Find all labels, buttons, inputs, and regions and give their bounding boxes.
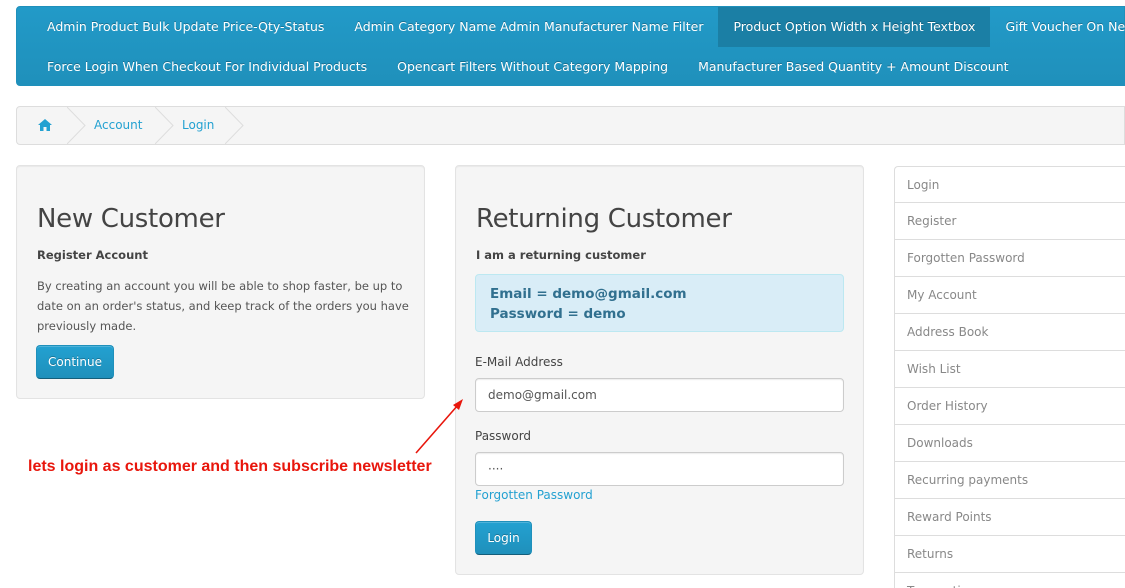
breadcrumb-login[interactable]: Login	[182, 107, 214, 144]
sidebar-item-returns[interactable]: Returns	[894, 536, 1125, 573]
sidebar-item-register[interactable]: Register	[894, 203, 1125, 240]
new-customer-panel: New Customer Register Account By creatin…	[16, 165, 425, 399]
new-customer-title: New Customer	[37, 204, 225, 234]
password-input[interactable]	[475, 452, 844, 486]
email-input[interactable]	[475, 378, 844, 412]
breadcrumb-separator	[225, 107, 244, 144]
sidebar-item-transactions[interactable]: Transactions	[894, 573, 1125, 588]
breadcrumb: Account Login	[16, 106, 1125, 145]
nav-link-product-option[interactable]: Product Option Width x Height Textbox	[718, 7, 991, 47]
register-account-subtitle: Register Account	[37, 248, 148, 262]
alert-password-line: Password = demo	[490, 306, 626, 322]
nav-row-1: Admin Product Bulk Update Price-Qty-Stat…	[17, 7, 1125, 47]
email-label: E-Mail Address	[475, 355, 563, 369]
sidebar-item-address-book[interactable]: Address Book	[894, 314, 1125, 351]
returning-customer-panel: Returning Customer I am a returning cust…	[455, 165, 864, 575]
sidebar-item-order-history[interactable]: Order History	[894, 388, 1125, 425]
nav-link-bulk-update[interactable]: Admin Product Bulk Update Price-Qty-Stat…	[17, 7, 339, 47]
annotation-text: lets login as customer and then subscrib…	[28, 458, 432, 475]
sidebar-item-my-account[interactable]: My Account	[894, 277, 1125, 314]
nav-link-category-filter[interactable]: Admin Category Name Admin Manufacturer N…	[339, 7, 718, 47]
top-navigation: Admin Product Bulk Update Price-Qty-Stat…	[16, 6, 1125, 86]
nav-link-manufacturer-discount[interactable]: Manufacturer Based Quantity + Amount Dis…	[683, 47, 1023, 87]
login-button[interactable]: Login	[475, 521, 532, 555]
account-sidebar: Login Register Forgotten Password My Acc…	[894, 166, 1125, 588]
sidebar-item-recurring-payments[interactable]: Recurring payments	[894, 462, 1125, 499]
demo-credentials-alert: Email = demo@gmail.com Password = demo	[475, 274, 844, 332]
password-label: Password	[475, 429, 532, 443]
annotation-arrow-icon	[415, 399, 463, 454]
sidebar-item-wish-list[interactable]: Wish List	[894, 351, 1125, 388]
alert-email-line: Email = demo@gmail.com	[490, 286, 687, 302]
continue-button[interactable]: Continue	[36, 345, 114, 379]
nav-row-2: Force Login When Checkout For Individual…	[17, 47, 1024, 87]
breadcrumb-separator	[155, 107, 174, 144]
breadcrumb-separator	[67, 107, 86, 144]
home-icon[interactable]	[38, 119, 52, 131]
nav-link-gift-voucher[interactable]: Gift Voucher On Newsletter	[990, 7, 1125, 47]
new-customer-description: By creating an account you will be able …	[37, 279, 409, 333]
sidebar-item-login[interactable]: Login	[894, 166, 1125, 203]
sidebar-item-reward-points[interactable]: Reward Points	[894, 499, 1125, 536]
sidebar-item-forgotten-password[interactable]: Forgotten Password	[894, 240, 1125, 277]
forgotten-password-link[interactable]: Forgotten Password	[475, 488, 593, 502]
nav-link-force-login[interactable]: Force Login When Checkout For Individual…	[17, 47, 382, 87]
returning-customer-subtitle: I am a returning customer	[476, 248, 646, 262]
returning-customer-title: Returning Customer	[476, 204, 732, 234]
nav-link-opencart-filters[interactable]: Opencart Filters Without Category Mappin…	[382, 47, 683, 87]
breadcrumb-account[interactable]: Account	[94, 107, 142, 144]
sidebar-item-downloads[interactable]: Downloads	[894, 425, 1125, 462]
